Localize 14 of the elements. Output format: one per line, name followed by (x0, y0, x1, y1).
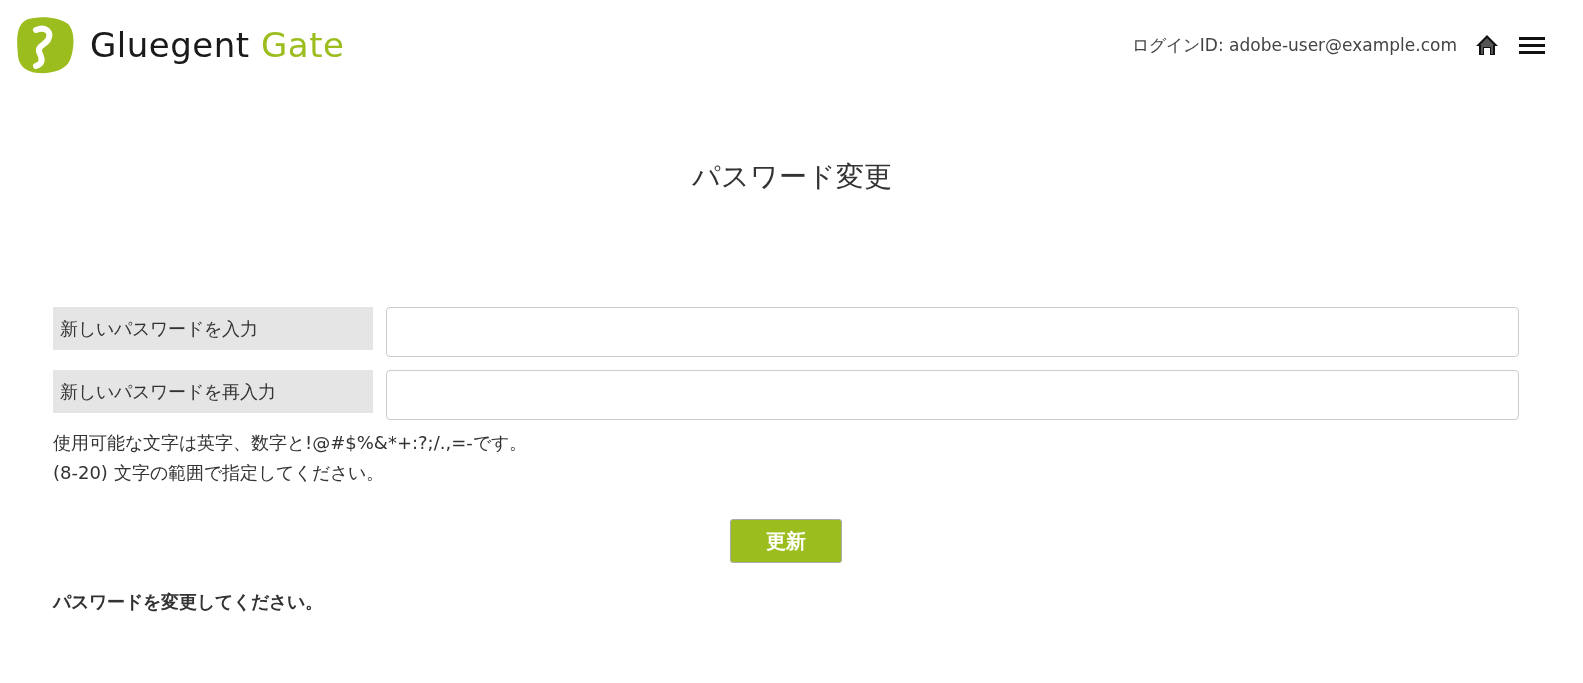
field-label: 新しいパスワードを再入力 (53, 370, 373, 413)
login-id-text: ログインID: adobe-user@example.com (1131, 33, 1457, 57)
update-button[interactable]: 更新 (730, 519, 842, 563)
page-title: パスワード変更 (690, 159, 893, 195)
help-text: 使用可能な文字は英字、数字と!@#$%&*+:?;/.,=-です。 (53, 431, 528, 455)
logo-icon (16, 16, 74, 74)
logo-wordmark: Gluegent Gate (90, 25, 345, 65)
status-message: パスワードを変更してください。 (53, 590, 324, 614)
password-field[interactable] (386, 370, 1519, 420)
password-field[interactable] (386, 307, 1519, 357)
field-label: 新しいパスワードを入力 (53, 307, 373, 350)
home-icon[interactable] (1475, 34, 1499, 56)
menu-icon[interactable] (1519, 36, 1545, 54)
help-text: (8-20) 文字の範囲で指定してください。 (53, 461, 385, 485)
